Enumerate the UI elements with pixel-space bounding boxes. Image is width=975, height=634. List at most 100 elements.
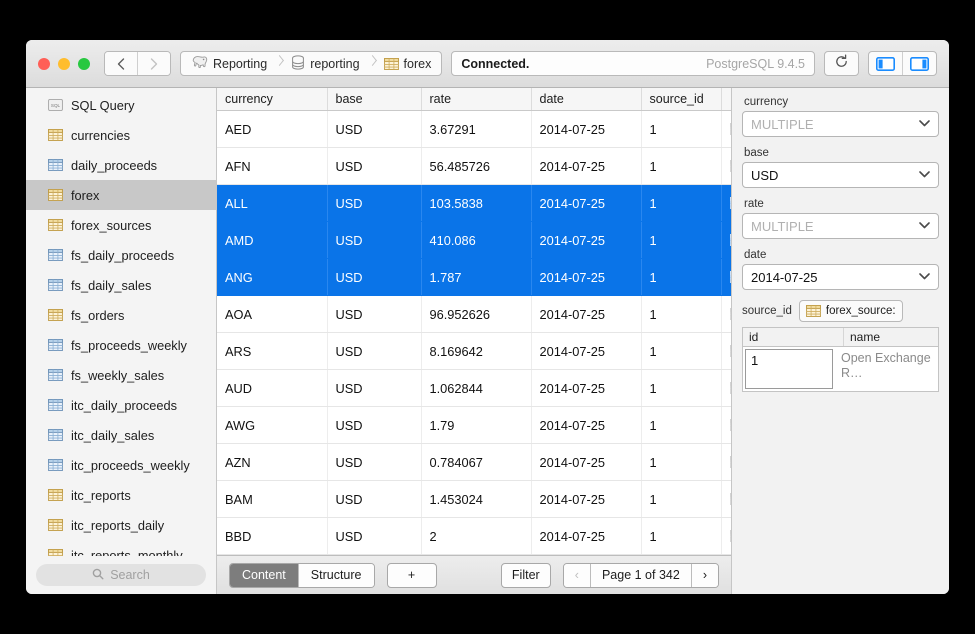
- tab-structure[interactable]: Structure: [298, 564, 374, 587]
- breadcrumb-item-server[interactable]: Reporting: [183, 53, 275, 74]
- cell-base[interactable]: USD: [327, 481, 421, 518]
- table-row[interactable]: AZNUSD0.7840672014-07-251: [217, 444, 731, 481]
- cell-foreign-key-link[interactable]: [721, 111, 731, 148]
- cell-date[interactable]: 2014-07-25: [531, 259, 641, 296]
- sidebar-object-list[interactable]: SQLSQL Querycurrenciesdaily_proceedsfore…: [26, 88, 216, 556]
- cell-currency[interactable]: BBD: [217, 518, 327, 555]
- table-row[interactable]: AEDUSD3.672912014-07-251: [217, 111, 731, 148]
- cell-source_id[interactable]: 1: [641, 444, 721, 481]
- cell-source_id[interactable]: 1: [641, 555, 721, 556]
- cell-date[interactable]: 2014-07-25: [531, 111, 641, 148]
- cell-foreign-key-link[interactable]: [721, 555, 731, 556]
- sidebar-item-fs-daily-proceeds[interactable]: fs_daily_proceeds: [26, 240, 216, 270]
- column-header-base[interactable]: base: [327, 88, 421, 111]
- cell-rate[interactable]: 1.062844: [421, 370, 531, 407]
- cell-date[interactable]: 2014-07-25: [531, 518, 641, 555]
- cell-currency[interactable]: AED: [217, 111, 327, 148]
- cell-currency[interactable]: AFN: [217, 148, 327, 185]
- cell-source_id[interactable]: 1: [641, 518, 721, 555]
- cell-date[interactable]: 2014-07-25: [531, 481, 641, 518]
- close-window-button[interactable]: [38, 58, 50, 70]
- cell-rate[interactable]: 1.79: [421, 407, 531, 444]
- column-header-actions[interactable]: [721, 88, 731, 111]
- cell-currency[interactable]: AOA: [217, 296, 327, 333]
- cell-currency[interactable]: ARS: [217, 333, 327, 370]
- cell-source_id[interactable]: 1: [641, 370, 721, 407]
- cell-currency[interactable]: BAM: [217, 481, 327, 518]
- column-header-currency[interactable]: currency: [217, 88, 327, 111]
- previous-page-button[interactable]: ‹: [564, 564, 590, 587]
- cell-base[interactable]: USD: [327, 222, 421, 259]
- cell-base[interactable]: USD: [327, 444, 421, 481]
- field-select-base[interactable]: USD: [742, 162, 939, 188]
- cell-foreign-key-link[interactable]: [721, 518, 731, 555]
- field-select-date[interactable]: 2014-07-25: [742, 264, 939, 290]
- cell-foreign-key-link[interactable]: [721, 444, 731, 481]
- related-id-cell[interactable]: 1: [745, 349, 833, 389]
- sidebar-item-itc-daily-proceeds[interactable]: itc_daily_proceeds: [26, 390, 216, 420]
- sidebar-item-fs-proceeds-weekly[interactable]: fs_proceeds_weekly: [26, 330, 216, 360]
- left-sidebar-toggle-button[interactable]: [869, 52, 902, 75]
- cell-source_id[interactable]: 1: [641, 407, 721, 444]
- search-input[interactable]: Search: [36, 564, 206, 586]
- field-select-rate[interactable]: MULTIPLE: [742, 213, 939, 239]
- cell-source_id[interactable]: 1: [641, 111, 721, 148]
- column-header-rate[interactable]: rate: [421, 88, 531, 111]
- cell-currency[interactable]: ALL: [217, 185, 327, 222]
- right-sidebar-toggle-button[interactable]: [902, 52, 936, 75]
- cell-rate[interactable]: 8.169642: [421, 333, 531, 370]
- cell-rate[interactable]: 77.61971: [421, 555, 531, 556]
- column-header-date[interactable]: date: [531, 88, 641, 111]
- breadcrumb-item-database[interactable]: reporting: [283, 53, 367, 74]
- cell-currency[interactable]: ANG: [217, 259, 327, 296]
- cell-date[interactable]: 2014-07-25: [531, 296, 641, 333]
- breadcrumb-item-table[interactable]: forex: [376, 53, 440, 74]
- add-row-button[interactable]: +: [387, 563, 437, 588]
- cell-currency[interactable]: AWG: [217, 407, 327, 444]
- data-grid-scroll[interactable]: currencybaseratedatesource_id AEDUSD3.67…: [217, 88, 731, 555]
- cell-base[interactable]: USD: [327, 185, 421, 222]
- cell-rate[interactable]: 2: [421, 518, 531, 555]
- sidebar-item-itc-reports-monthly[interactable]: itc_reports_monthly: [26, 540, 216, 556]
- cell-currency[interactable]: AZN: [217, 444, 327, 481]
- cell-rate[interactable]: 103.5838: [421, 185, 531, 222]
- cell-foreign-key-link[interactable]: [721, 185, 731, 222]
- table-row[interactable]: BDTUSD77.619712014-07-251: [217, 555, 731, 556]
- cell-rate[interactable]: 1.453024: [421, 481, 531, 518]
- cell-rate[interactable]: 56.485726: [421, 148, 531, 185]
- sidebar-item-sql-query[interactable]: SQLSQL Query: [26, 90, 216, 120]
- sidebar-item-fs-daily-sales[interactable]: fs_daily_sales: [26, 270, 216, 300]
- sidebar-item-forex[interactable]: forex: [26, 180, 216, 210]
- cell-source_id[interactable]: 1: [641, 296, 721, 333]
- cell-source_id[interactable]: 1: [641, 222, 721, 259]
- cell-date[interactable]: 2014-07-25: [531, 333, 641, 370]
- cell-base[interactable]: USD: [327, 111, 421, 148]
- cell-foreign-key-link[interactable]: [721, 148, 731, 185]
- cell-base[interactable]: USD: [327, 555, 421, 556]
- column-header-source_id[interactable]: source_id: [641, 88, 721, 111]
- minimize-window-button[interactable]: [58, 58, 70, 70]
- foreign-table-button[interactable]: forex_source:: [799, 300, 903, 322]
- table-row[interactable]: ARSUSD8.1696422014-07-251: [217, 333, 731, 370]
- cell-base[interactable]: USD: [327, 259, 421, 296]
- cell-source_id[interactable]: 1: [641, 148, 721, 185]
- cell-foreign-key-link[interactable]: [721, 481, 731, 518]
- next-page-button[interactable]: ›: [691, 564, 718, 587]
- cell-date[interactable]: 2014-07-25: [531, 555, 641, 556]
- table-row[interactable]: AOAUSD96.9526262014-07-251: [217, 296, 731, 333]
- cell-base[interactable]: USD: [327, 148, 421, 185]
- cell-date[interactable]: 2014-07-25: [531, 148, 641, 185]
- cell-foreign-key-link[interactable]: [721, 407, 731, 444]
- refresh-button[interactable]: [824, 51, 859, 76]
- cell-rate[interactable]: 410.086: [421, 222, 531, 259]
- cell-rate[interactable]: 0.784067: [421, 444, 531, 481]
- cell-base[interactable]: USD: [327, 333, 421, 370]
- cell-foreign-key-link[interactable]: [721, 259, 731, 296]
- table-row[interactable]: ANGUSD1.7872014-07-251: [217, 259, 731, 296]
- sidebar-item-daily-proceeds[interactable]: daily_proceeds: [26, 150, 216, 180]
- field-select-currency[interactable]: MULTIPLE: [742, 111, 939, 137]
- cell-currency[interactable]: AMD: [217, 222, 327, 259]
- table-row[interactable]: AUDUSD1.0628442014-07-251: [217, 370, 731, 407]
- cell-currency[interactable]: BDT: [217, 555, 327, 556]
- sidebar-item-forex-sources[interactable]: forex_sources: [26, 210, 216, 240]
